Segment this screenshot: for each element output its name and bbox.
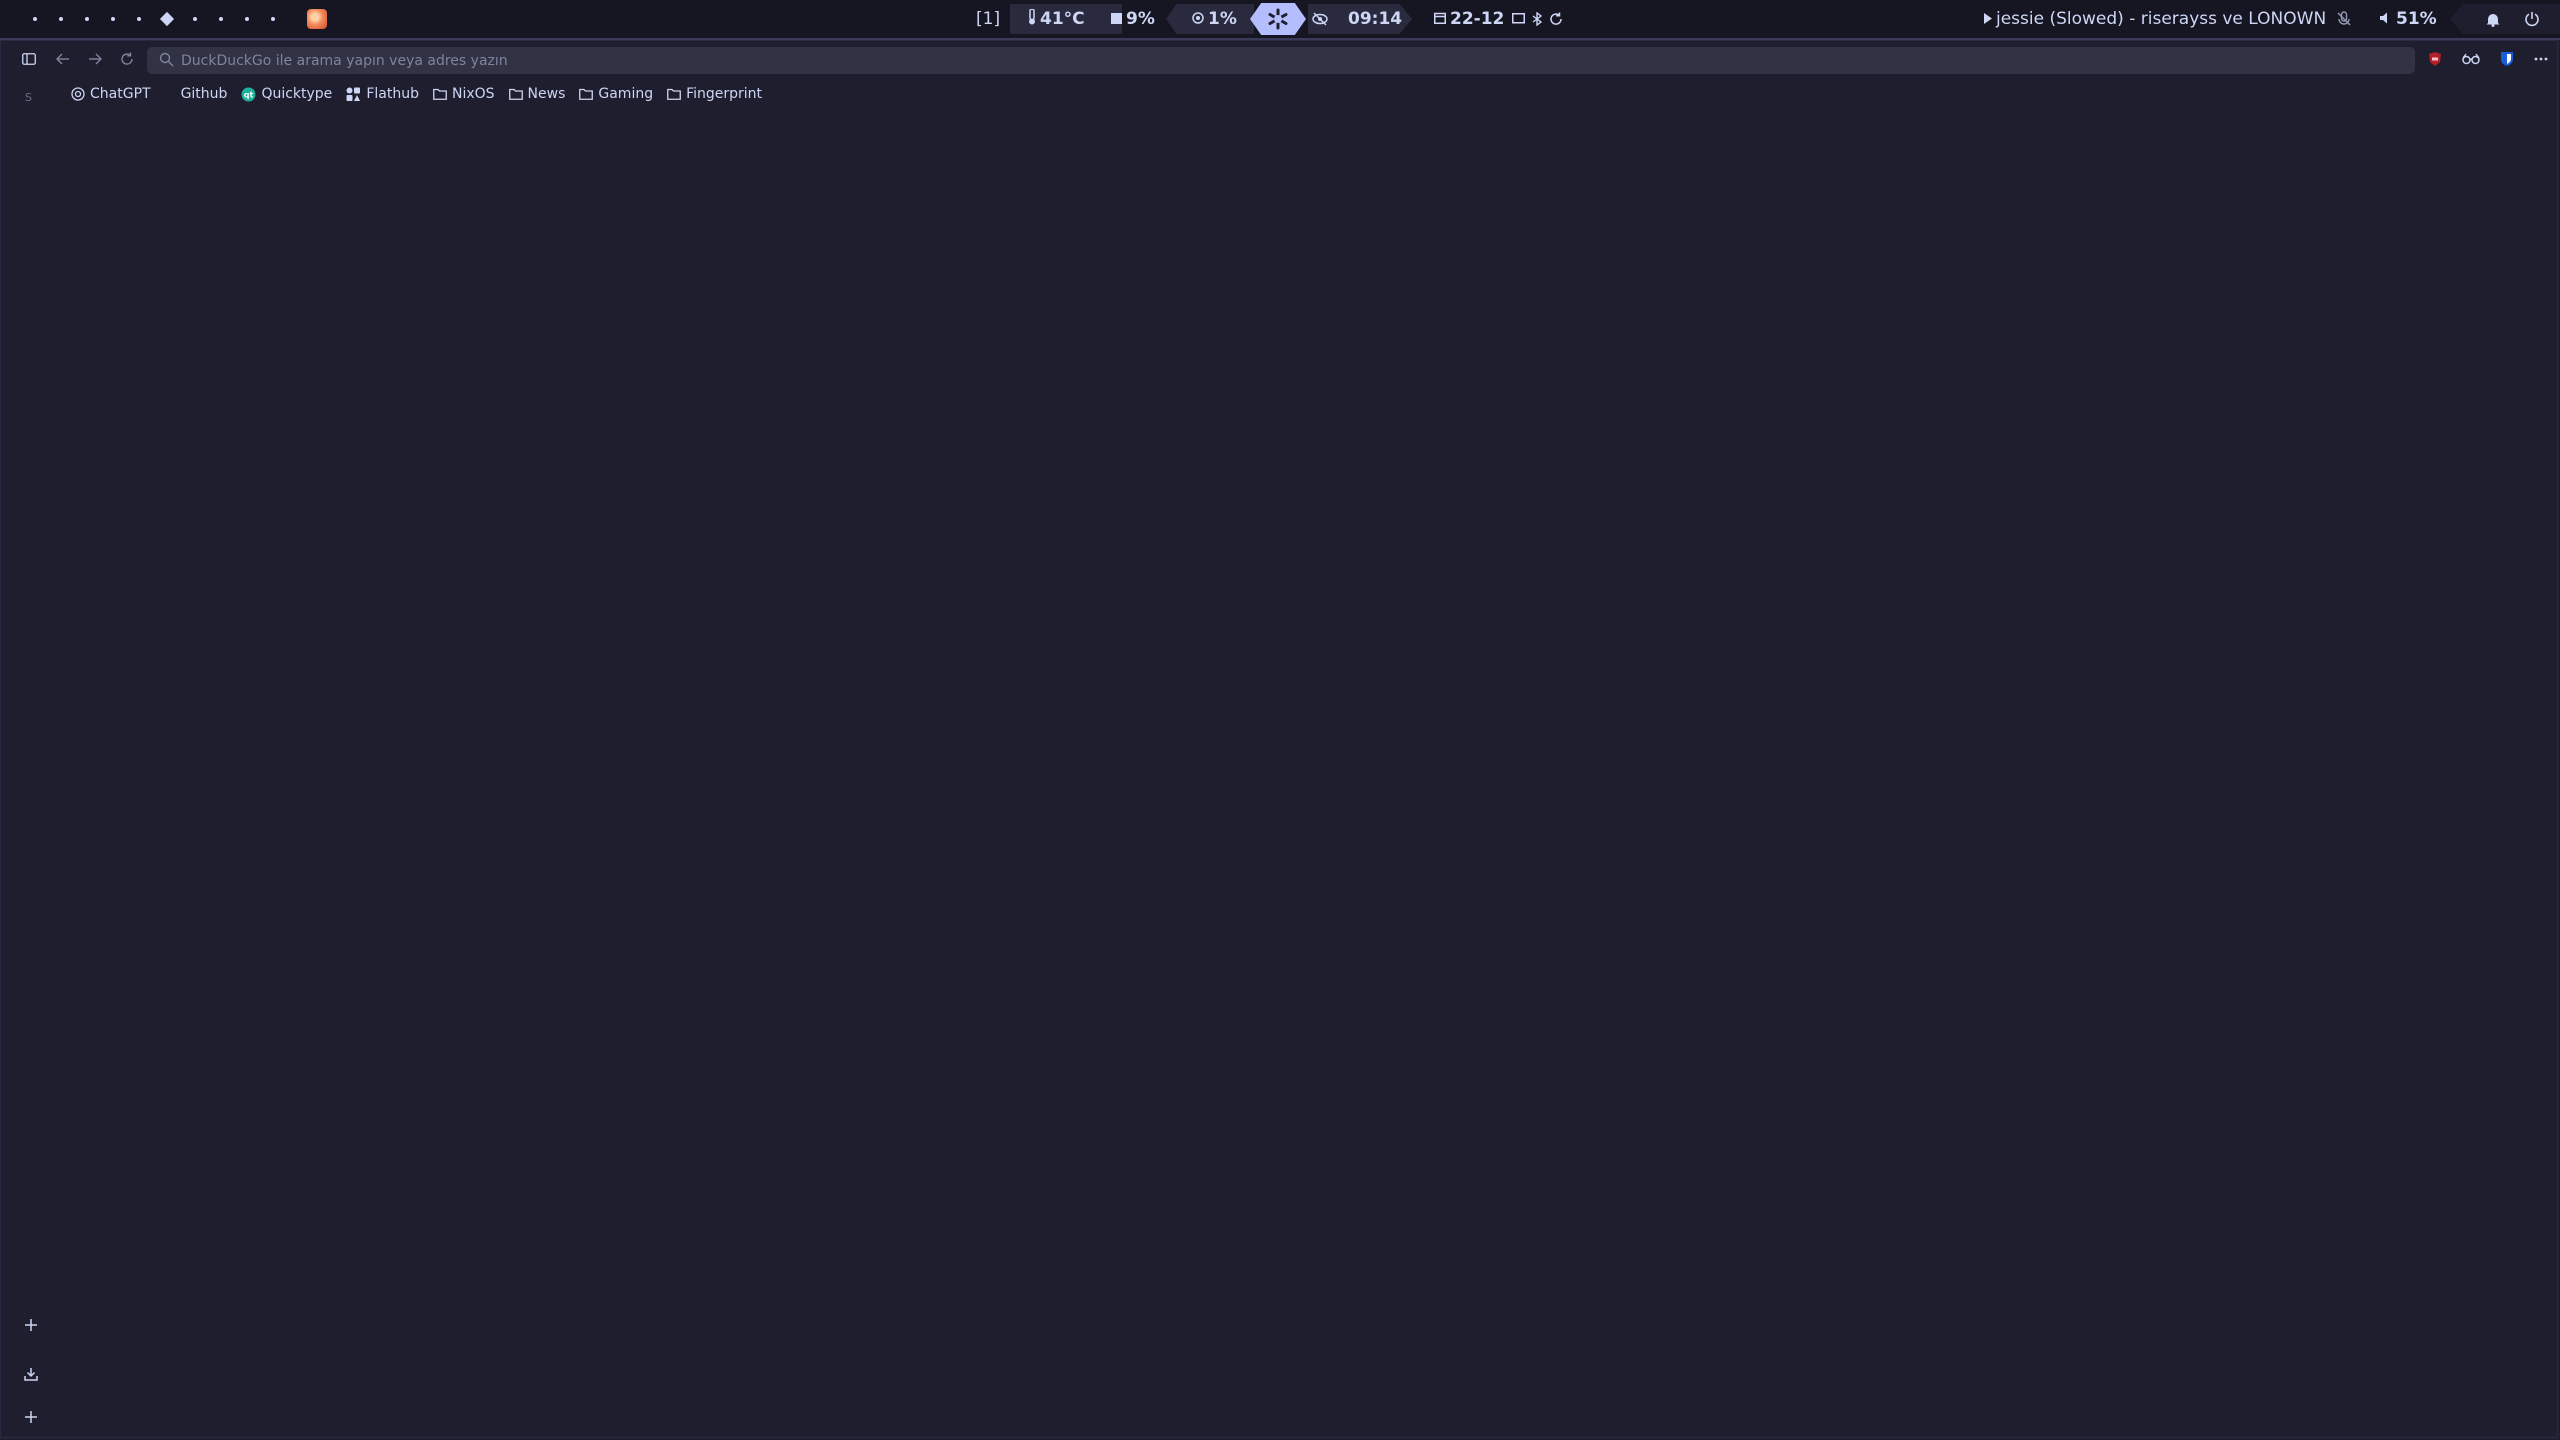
bookmark-quicktype[interactable]: qt Quicktype	[241, 86, 332, 102]
bookmark-folder-gaming[interactable]: Gaming	[579, 86, 653, 102]
tray-screen-icon[interactable]	[1512, 0, 1525, 38]
workspace-dot[interactable]	[85, 17, 89, 21]
bookmark-chatgpt[interactable]: ChatGPT	[71, 86, 151, 102]
search-input[interactable]	[147, 51, 2383, 70]
bookmark-folder-fingerprint[interactable]: Fingerprint	[667, 86, 762, 102]
date-value: 22-12	[1450, 9, 1505, 29]
thermometer-icon	[1028, 7, 1036, 30]
add-panel-button[interactable]	[19, 1405, 43, 1429]
quicktype-icon: qt	[241, 87, 256, 101]
clock[interactable]: 09:14	[1348, 0, 1402, 38]
bookmark-label: NixOS	[451, 86, 495, 102]
microphone-muted-icon[interactable]	[2336, 0, 2352, 38]
volume-widget[interactable]: 51%	[2380, 0, 2437, 38]
sidebar-icon	[22, 53, 36, 65]
forward-button[interactable]	[83, 47, 107, 71]
bookmark-label: Gaming	[598, 86, 654, 102]
active-workspace-icon[interactable]	[159, 11, 175, 27]
play-icon[interactable]	[1984, 9, 1992, 29]
bookmarks-toolbar: ChatGPT Github qt Quicktype Flathub NixO…	[71, 81, 776, 107]
calendar-icon	[1434, 9, 1446, 29]
bookmark-label: Quicktype	[261, 86, 333, 102]
plus-icon	[25, 1319, 37, 1331]
downloads-button[interactable]	[19, 1362, 43, 1386]
folder-icon	[667, 88, 681, 100]
arrow-right-icon	[89, 53, 102, 65]
svg-text:qt: qt	[244, 90, 254, 99]
new-tab-button[interactable]	[19, 1313, 43, 1337]
media-title: jessie (Slowed) - riserayss ve LONOWN	[1996, 9, 2327, 29]
firefox-app-icon[interactable]	[307, 9, 327, 29]
memory-value: 9%	[1126, 9, 1155, 29]
folder-icon	[508, 88, 523, 100]
page-content[interactable]	[61, 109, 2557, 1436]
reload-icon	[121, 52, 133, 65]
date-widget[interactable]: 22-12	[1434, 0, 1504, 38]
bookmark-flathub[interactable]: Flathub	[346, 86, 419, 102]
status-bar: [1] 41°C 9% 1% 09:14 22-12 jessie (Slowe…	[0, 0, 2560, 40]
bookmark-label: Fingerprint	[686, 86, 763, 102]
bookmark-label: Flathub	[366, 86, 419, 102]
idle-inhibitor-icon[interactable]	[1312, 0, 1328, 38]
notification-bell-icon[interactable]	[2486, 0, 2500, 38]
download-icon	[24, 1368, 38, 1381]
bookmark-label: ChatGPT	[90, 86, 151, 102]
workspace-dot[interactable]	[59, 17, 63, 21]
bluetooth-icon[interactable]	[1532, 0, 1542, 38]
browser-window: S DuckDuckGo ile arama yapın veya adres …	[0, 40, 2558, 1438]
volume-value: 51%	[2396, 9, 2437, 29]
more-options-icon[interactable]	[2531, 49, 2551, 69]
vertical-tabs-sidebar: S	[1, 41, 61, 1437]
bookmark-github[interactable]: Github	[171, 86, 228, 102]
bookmark-label: Github	[180, 86, 228, 102]
temperature-widget: 41°C	[1028, 0, 1085, 38]
tray-pill	[2450, 4, 2560, 34]
chatgpt-icon	[71, 87, 85, 101]
folder-icon	[433, 88, 447, 100]
arrow-left-icon	[56, 53, 69, 65]
workspace-dot[interactable]	[33, 17, 37, 21]
sidebar-tab-label[interactable]: S	[25, 91, 32, 104]
navigation-toolbar	[1, 41, 2557, 77]
workspace-dot[interactable]	[271, 17, 275, 21]
sync-icon[interactable]	[1549, 0, 1563, 38]
back-button[interactable]	[51, 47, 75, 71]
plus-icon	[25, 1411, 37, 1423]
cpu-widget: 1%	[1192, 0, 1237, 38]
cpu-value: 1%	[1208, 9, 1237, 29]
bookmark-folder-nixos[interactable]: NixOS	[433, 86, 495, 102]
memory-icon	[1111, 9, 1122, 29]
workspace-dot[interactable]	[193, 17, 197, 21]
privacy-glasses-icon[interactable]	[2461, 49, 2481, 69]
memory-widget: 9%	[1111, 0, 1155, 38]
bookmark-folder-news[interactable]: News	[508, 86, 566, 102]
cpu-icon	[1192, 9, 1204, 29]
sidebar-toggle-button[interactable]	[17, 47, 41, 71]
workspace-dot[interactable]	[111, 17, 115, 21]
volume-icon	[2380, 9, 2392, 29]
workspace-dot[interactable]	[245, 17, 249, 21]
bitwarden-icon[interactable]	[2497, 49, 2517, 69]
address-bar[interactable]	[147, 47, 2415, 74]
ublock-origin-icon[interactable]	[2425, 49, 2445, 69]
reload-button[interactable]	[115, 47, 139, 71]
nix-logo-icon[interactable]	[1250, 3, 1306, 35]
bookmark-label: News	[527, 86, 566, 102]
flathub-icon	[346, 87, 361, 101]
workspace-dot[interactable]	[137, 17, 141, 21]
workspace-indicator[interactable]	[22, 0, 286, 38]
workspace-label: [1]	[976, 9, 1001, 29]
power-icon[interactable]	[2524, 0, 2540, 38]
media-widget[interactable]: jessie (Slowed) - riserayss ve LONOWN	[1984, 0, 2326, 38]
folder-icon	[579, 88, 594, 100]
search-icon	[159, 52, 174, 71]
workspace-dot[interactable]	[219, 17, 223, 21]
temperature-value: 41°C	[1040, 9, 1085, 29]
